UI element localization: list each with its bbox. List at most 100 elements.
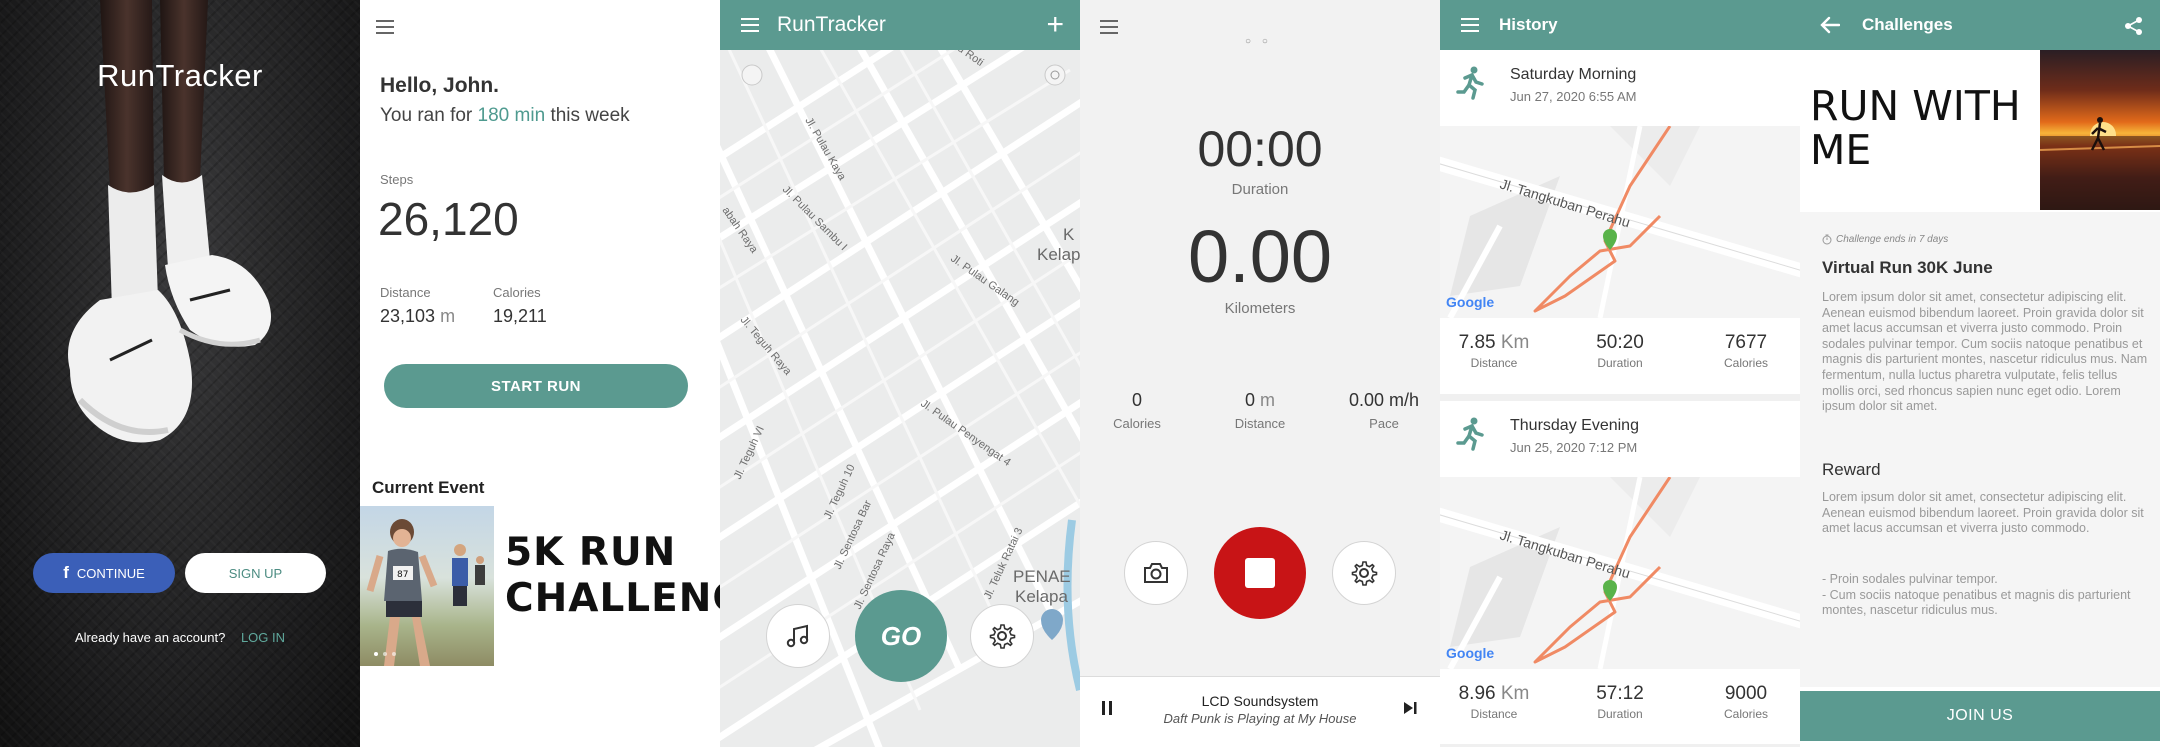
signup-button[interactable]: SIGN UP [185, 553, 326, 593]
distance-unit: Km [1500, 683, 1530, 704]
steps-value: 26,120 [378, 193, 519, 245]
kilometers-value: 0.00 [1187, 215, 1333, 298]
app-logo: RunTracker [97, 58, 263, 93]
song-artist: Daft Punk is Playing at My House [1163, 711, 1357, 726]
runner-silhouette [2040, 117, 2160, 210]
calories-metric: 7677 Calories [1696, 332, 1796, 370]
google-logo: Google [1446, 294, 1494, 310]
timer-icon [1822, 234, 1832, 245]
distance-label: Distance [1470, 356, 1518, 370]
distance-number: 7.85 [1458, 332, 1496, 353]
join-button[interactable]: JOIN US [1800, 691, 2160, 741]
run-date: Jun 27, 2020 6:55 AM [1510, 89, 1637, 104]
challenges-screen: Challenges RUN WITH ME Challenge ends in… [1800, 0, 2160, 747]
app-screens: RunTracker f CONTINUE SIGN UP Already ha… [0, 0, 2160, 747]
start-run-button[interactable]: START RUN [384, 364, 688, 408]
run-title: Thursday Evening [1510, 417, 1639, 434]
gear-icon [1351, 561, 1378, 586]
song-title: LCD Soundsystem [1201, 693, 1319, 709]
distance-unit: Km [1500, 332, 1530, 353]
reward-heading: Reward [1822, 460, 1881, 479]
calories-value: 0 [1131, 390, 1142, 410]
deadline-text: Challenge ends in 7 days [1836, 234, 1949, 245]
reward-description: Lorem ipsum dolor sit amet, consectetur … [1822, 490, 2144, 536]
place-label: Kelap [1037, 245, 1080, 264]
settings-button[interactable] [970, 604, 1034, 668]
calories-label: Calories [1723, 707, 1768, 721]
history-screen: History Saturday Morning Jun 27, 2020 6:… [1440, 0, 1800, 747]
run-title: Saturday Morning [1510, 66, 1637, 83]
run-card[interactable]: Thursday Evening Jun 25, 2020 7:12 PM Jl… [1440, 401, 1800, 744]
screen-title: History [1499, 15, 1558, 34]
home-screen: Hello, John. You ran for 180 min this we… [360, 0, 720, 747]
duration-value: 57:12 [1596, 683, 1644, 704]
calories-metric: 9000 Calories [1696, 683, 1796, 721]
duration-label: Duration [1231, 181, 1289, 198]
route-map: Jl. Tangkuban Perahu Google [1440, 477, 1800, 669]
duration-metric: 50:20 Duration [1570, 332, 1670, 370]
menu-icon[interactable] [1100, 20, 1118, 34]
settings-button[interactable] [1332, 541, 1396, 605]
distance-value: 0 m [1205, 390, 1315, 411]
screen-title: Challenges [1862, 15, 1953, 34]
run-card[interactable]: Saturday Morning Jun 27, 2020 6:55 AM Jl… [1440, 50, 1800, 394]
music-note-icon [786, 624, 809, 648]
runners-illustration: 87 [366, 519, 485, 666]
place-label: PENAE [1013, 567, 1071, 586]
runner-icon [1456, 66, 1484, 100]
duration-label: Duration [1597, 707, 1643, 721]
duration-metric: 57:12 Duration [1570, 683, 1670, 721]
back-arrow-icon[interactable] [1820, 16, 1840, 34]
app-bar: Challenges [1800, 0, 2160, 50]
app-bar: History [1440, 0, 1800, 50]
stop-button[interactable] [1214, 527, 1306, 619]
menu-icon[interactable] [1461, 18, 1479, 32]
splash-screen: RunTracker f CONTINUE SIGN UP Already ha… [0, 0, 360, 747]
distance-value: 7.85 Km [1444, 332, 1544, 354]
summary-prefix: You ran for [380, 105, 473, 126]
event-photo[interactable]: 87 [360, 506, 494, 666]
music-button[interactable] [766, 604, 830, 668]
event-title: 5K RUN CHALLENGE [505, 530, 720, 622]
current-event-heading: Current Event [372, 478, 485, 497]
page-indicator[interactable]: ○ ○ [1245, 36, 1272, 47]
facebook-icon: f [63, 563, 69, 582]
distance-metric: 7.85 Km Distance [1444, 332, 1544, 370]
go-button[interactable]: GO [855, 590, 947, 682]
banner-title: RUN WITH ME [1810, 84, 2040, 172]
app-title: RunTracker [777, 13, 886, 36]
carousel-dots[interactable] [374, 652, 396, 656]
reward-list-item: - Cum sociis natoque penatibus et magnis… [1822, 587, 2131, 618]
have-account-text: Already have an account? [74, 630, 226, 645]
menu-icon[interactable] [741, 18, 759, 32]
distance-label: Distance [1234, 416, 1286, 431]
facebook-continue-button[interactable]: f CONTINUE [33, 553, 175, 593]
duration-value: 50:20 [1596, 332, 1644, 353]
distance-value: 8.96 Km [1444, 683, 1544, 705]
duration-value: 00:00 [1197, 121, 1323, 177]
pace-label: Pace [1369, 416, 1399, 431]
login-link[interactable]: LOG IN [241, 630, 285, 645]
runner-icon [1456, 417, 1484, 451]
calories-value: 7677 [1724, 332, 1768, 353]
kilometers-label: Kilometers [1224, 300, 1296, 317]
map-screen: Jl. Pulau Kaya Jl. Pulau Sambu I abah Ra… [720, 0, 1080, 747]
login-row: Already have an account? LOG IN [0, 630, 360, 645]
menu-icon[interactable] [376, 20, 394, 34]
camera-button[interactable] [1124, 541, 1188, 605]
share-icon[interactable] [2124, 16, 2144, 36]
add-icon[interactable]: + [1046, 10, 1064, 40]
summary-suffix: this week [550, 105, 630, 126]
distance-number: 8.96 [1458, 683, 1496, 704]
weekly-summary: You ran for 180 min this week [380, 105, 630, 127]
google-logo: Google [1446, 645, 1494, 661]
sunset-runner-photo [2040, 50, 2160, 210]
distance-unit: m [1260, 390, 1276, 410]
banner-title-line-1: RUN WITH [1810, 82, 2021, 130]
place-label: K [1063, 225, 1075, 244]
calories-label: Calories [493, 285, 541, 300]
distance-number: 23,103 [380, 306, 436, 326]
banner-title-line-2: ME [1810, 126, 1872, 174]
duration-label: Duration [1597, 356, 1643, 370]
skip-next-icon[interactable] [1402, 700, 1418, 716]
